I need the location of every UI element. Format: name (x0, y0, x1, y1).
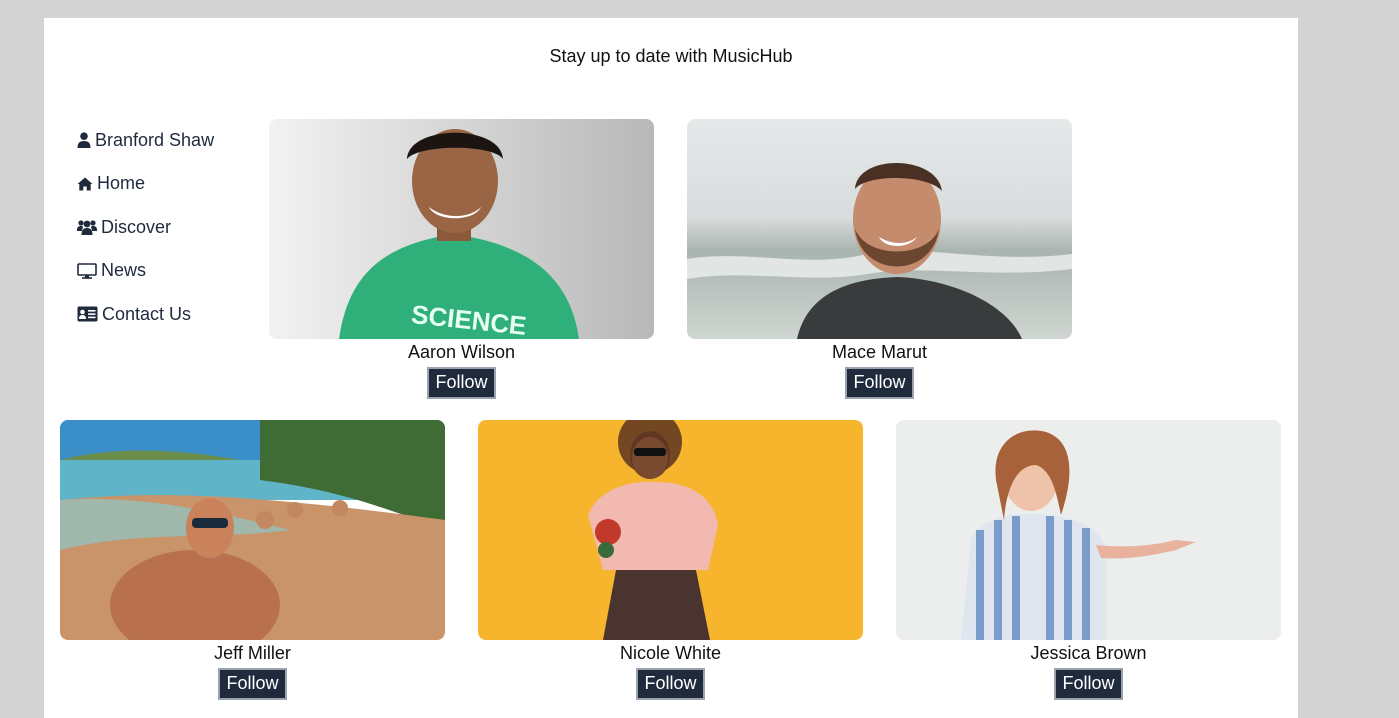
follow-button[interactable]: Follow (845, 367, 914, 399)
artist-photo[interactable] (687, 119, 1072, 339)
artist-name: Aaron Wilson (407, 342, 516, 362)
monitor-icon (77, 262, 97, 279)
artist-card: Jeff Miller Follow (60, 420, 445, 700)
sidebar-item-label: Discover (101, 216, 172, 237)
artist-card: SCIENCE Aaron Wilson Follow (269, 119, 654, 399)
artist-name: Jessica Brown (1030, 643, 1147, 663)
users-icon (77, 220, 97, 235)
artist-card: Nicole White Follow (478, 420, 863, 700)
sidebar-item-news[interactable]: News (77, 260, 247, 282)
sidebar-nav: Branford Shaw Home Discover News Contact… (77, 129, 247, 347)
page-tagline: Stay up to date with MusicHub (549, 46, 793, 66)
artist-name: Jeff Miller (214, 643, 291, 663)
main-content: Stay up to date with MusicHub Branford S… (44, 18, 1298, 718)
id-card-icon (77, 306, 98, 322)
sidebar-item-home[interactable]: Home (77, 173, 247, 195)
sidebar-item-discover[interactable]: Discover (77, 216, 247, 238)
sidebar-item-profile[interactable]: Branford Shaw (77, 129, 247, 151)
sidebar-item-label: Branford Shaw (95, 129, 215, 150)
user-icon (77, 132, 91, 148)
sidebar-item-contact[interactable]: Contact Us (77, 303, 247, 325)
follow-button[interactable]: Follow (427, 367, 496, 399)
artist-card: Jessica Brown Follow (896, 420, 1281, 700)
artist-card: Mace Marut Follow (687, 119, 1072, 399)
artist-photo[interactable] (60, 420, 445, 640)
artist-photo[interactable] (896, 420, 1281, 640)
sidebar-item-label: Home (97, 173, 146, 193)
follow-button[interactable]: Follow (1054, 668, 1123, 700)
artist-name: Mace Marut (831, 342, 928, 362)
artist-photo[interactable]: SCIENCE (269, 119, 654, 339)
sidebar-item-label: News (101, 260, 147, 280)
follow-button[interactable]: Follow (636, 668, 705, 700)
sidebar-item-label: Contact Us (102, 303, 192, 324)
home-icon (77, 177, 93, 190)
follow-button[interactable]: Follow (218, 668, 287, 700)
artist-photo[interactable] (478, 420, 863, 640)
artist-name: Nicole White (619, 643, 722, 663)
